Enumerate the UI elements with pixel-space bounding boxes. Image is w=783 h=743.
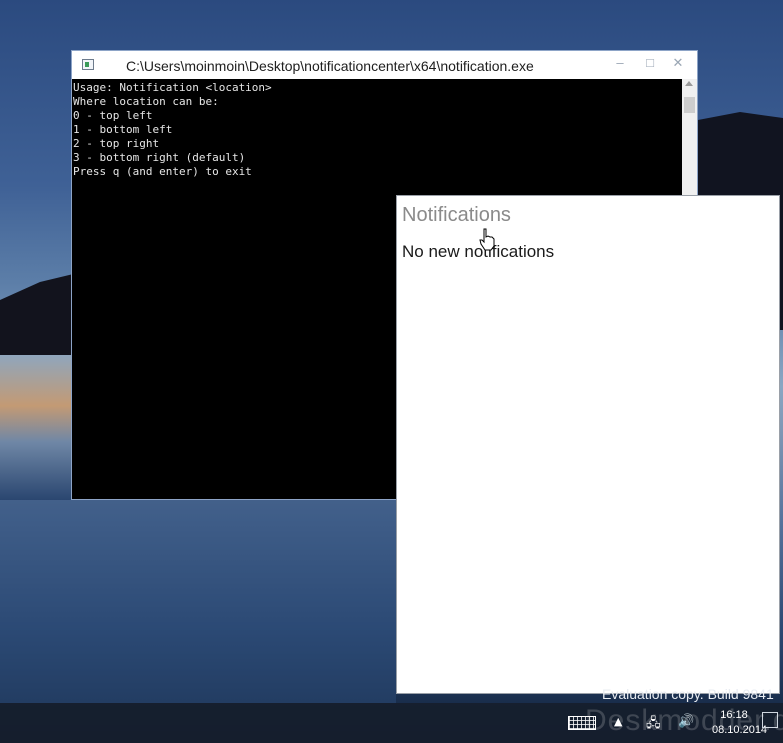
watermark-logo: Deskmodder.de	[585, 704, 783, 737]
scroll-up-arrow-icon[interactable]	[685, 81, 693, 86]
hand-cursor-icon	[479, 228, 495, 251]
close-button[interactable]: ✕	[664, 53, 692, 73]
minimize-button[interactable]: –	[606, 53, 634, 73]
console-line: 3 - bottom right (default)	[73, 151, 246, 164]
console-line: Press q (and enter) to exit	[73, 165, 252, 178]
console-line: Usage: Notification <location>	[73, 81, 272, 94]
console-titlebar[interactable]: C:\Users\moinmoin\Desktop\notificationce…	[72, 51, 697, 79]
console-line: Where location can be:	[73, 95, 219, 108]
console-line: 0 - top left	[73, 109, 153, 122]
console-line: 2 - top right	[73, 137, 160, 150]
scrollbar-thumb[interactable]	[684, 97, 695, 113]
notifications-title: Notifications	[402, 204, 511, 226]
console-line: 1 - bottom left	[73, 123, 173, 136]
evaluation-copy-text: Evaluation copy. Build 9841	[602, 686, 774, 702]
console-window-title: C:\Users\moinmoin\Desktop\notificationce…	[126, 58, 534, 74]
notification-center-panel[interactable]: Notifications No new notifications	[396, 195, 780, 694]
console-app-icon[interactable]	[82, 59, 94, 70]
maximize-button[interactable]: □	[636, 53, 664, 73]
